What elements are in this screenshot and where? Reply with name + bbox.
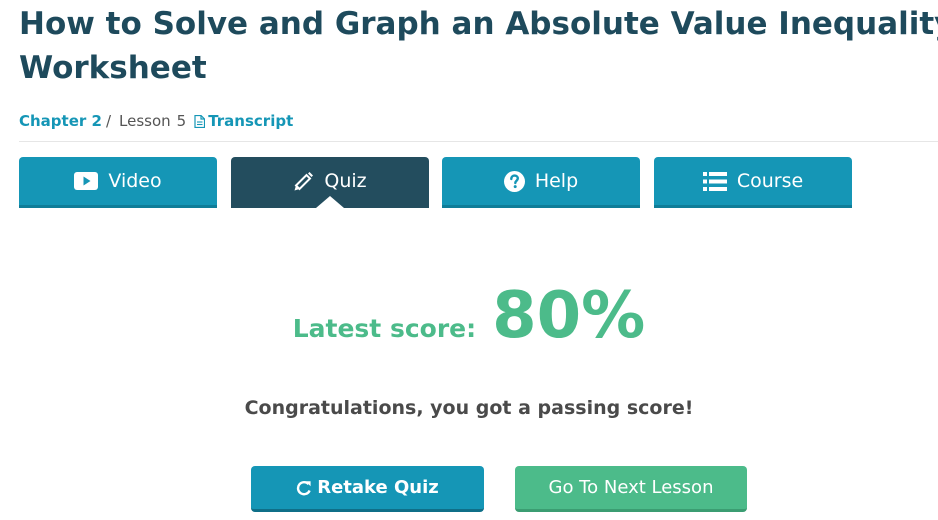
refresh-icon [296, 480, 312, 496]
result-message: Congratulations, you got a passing score… [244, 397, 694, 419]
document-icon [194, 114, 206, 128]
transcript-label: Transcript [208, 112, 294, 130]
score-label: Latest score: [292, 314, 477, 343]
next-lesson-button[interactable]: Go To Next Lesson [515, 466, 747, 512]
tab-help-label: Help [534, 170, 579, 192]
tab-quiz[interactable]: Quiz [231, 157, 429, 208]
score-value: 80% [492, 279, 646, 353]
breadcrumb-chapter-link[interactable]: Chapter 2 [19, 112, 102, 130]
page-title: How to Solve and Graph an Absolute Value… [19, 6, 938, 86]
breadcrumb: Chapter 2 / Lesson 5 Transcript [19, 112, 293, 130]
retake-quiz-button[interactable]: Retake Quiz [251, 466, 484, 512]
score-display: Latest score: 80% [0, 278, 938, 354]
tab-course[interactable]: Course [654, 157, 852, 208]
quiz-result-page: How to Solve and Graph an Absolute Value… [0, 0, 938, 520]
tab-help[interactable]: Help [442, 157, 640, 208]
retake-quiz-label: Retake Quiz [317, 477, 439, 498]
question-circle-icon [503, 170, 525, 192]
next-lesson-label: Go To Next Lesson [548, 477, 714, 498]
tab-course-label: Course [736, 170, 804, 192]
transcript-link[interactable]: Transcript [194, 112, 293, 130]
breadcrumb-lesson-number: 5 [176, 112, 187, 130]
breadcrumb-lesson-label: Lesson [119, 112, 171, 130]
video-icon [74, 172, 99, 190]
list-icon [702, 171, 727, 191]
pencil-icon [293, 171, 314, 192]
breadcrumb-separator: / [105, 112, 112, 130]
tab-video-label: Video [108, 170, 162, 192]
header-divider [19, 141, 938, 142]
tab-quiz-label: Quiz [324, 170, 367, 192]
tab-video[interactable]: Video [19, 157, 217, 208]
